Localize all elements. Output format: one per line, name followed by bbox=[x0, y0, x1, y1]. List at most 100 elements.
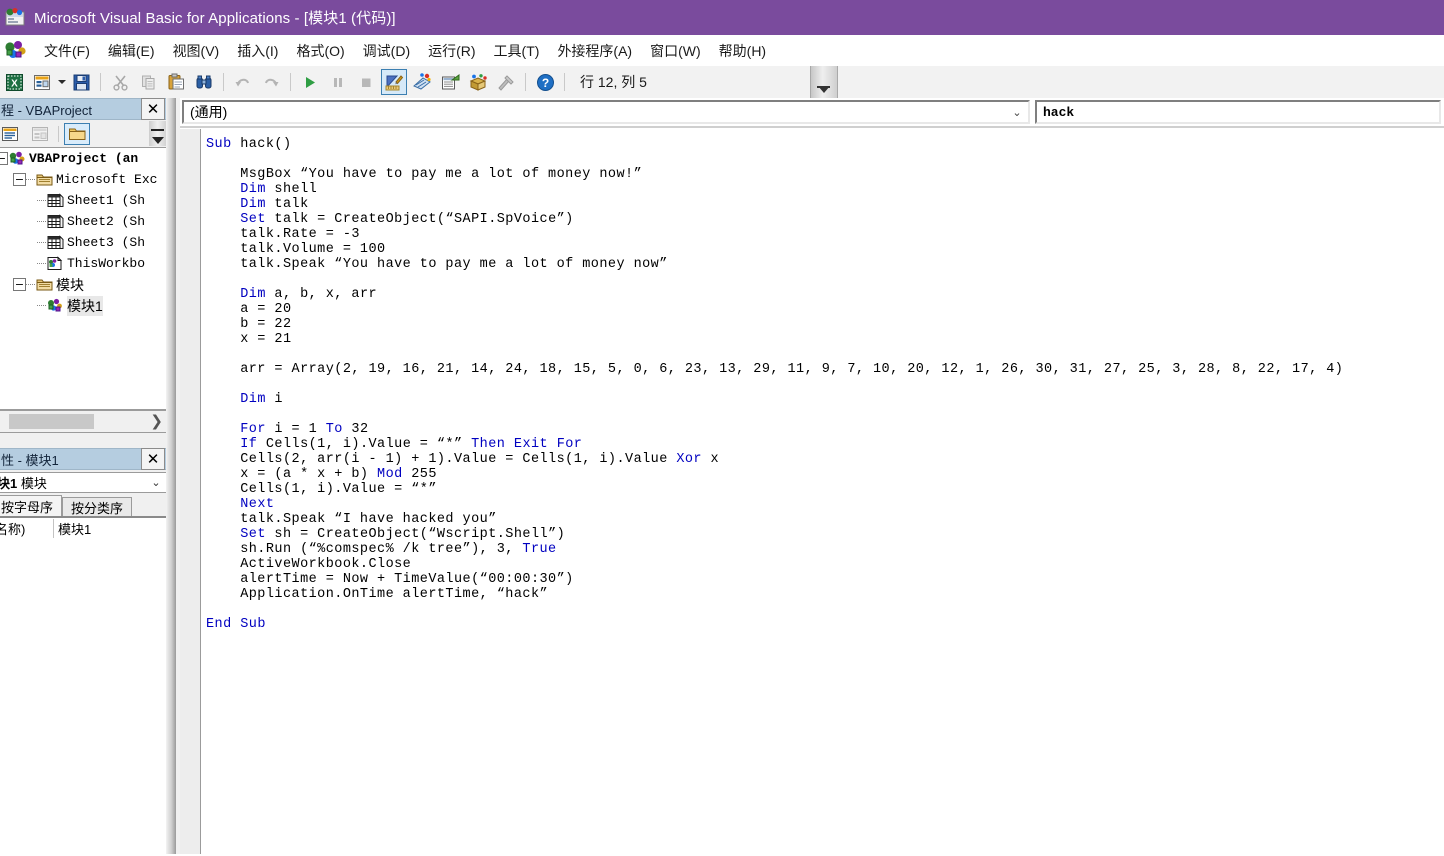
vba-project-icon bbox=[9, 151, 26, 166]
menu-view[interactable]: 视图(V) bbox=[164, 38, 229, 64]
chevron-down-icon[interactable]: ⌄ bbox=[1006, 106, 1028, 119]
toolbar-overflow-button[interactable] bbox=[810, 66, 838, 98]
tree-label: VBAProject (an bbox=[29, 151, 139, 166]
project-tree[interactable]: − VBAProject (an − bbox=[0, 147, 167, 410]
code-line: If Cells(1, i).Value = “*” Then Exit For bbox=[240, 437, 583, 452]
code-line: x = 21 bbox=[206, 332, 292, 347]
reset-button[interactable] bbox=[353, 69, 379, 95]
tree-node-sheet2[interactable]: Sheet2 (Sh bbox=[0, 211, 166, 232]
menu-addins[interactable]: 外接程序(A) bbox=[548, 38, 641, 64]
code-line: a = 20 bbox=[206, 302, 292, 317]
project-explorer-hscrollbar[interactable]: ❯ bbox=[0, 410, 167, 433]
tree-node-module1[interactable]: 模块1 bbox=[0, 295, 166, 316]
properties-object-type: 模块 bbox=[20, 476, 47, 491]
code-line: alertTime = Now + TimeValue(“00:00:30”) bbox=[206, 572, 574, 587]
toolbox-button[interactable] bbox=[493, 69, 519, 95]
menu-debug[interactable]: 调试(D) bbox=[354, 38, 419, 64]
menu-window[interactable]: 窗口(W) bbox=[641, 38, 710, 64]
project-explorer-close-button[interactable]: ✕ bbox=[141, 98, 165, 120]
code-editor[interactable]: Sub hack() MsgBox “You have to pay me a … bbox=[202, 129, 1444, 854]
save-button[interactable] bbox=[68, 69, 94, 95]
tree-node-vbaproject[interactable]: − VBAProject (an bbox=[0, 148, 166, 169]
view-excel-button[interactable]: X bbox=[1, 69, 27, 95]
code-keyword: Then bbox=[471, 437, 506, 452]
object-combo[interactable]: (通用) ⌄ bbox=[182, 100, 1030, 124]
property-row[interactable]: 名称) 模块1 bbox=[0, 518, 166, 538]
tree-label: Sheet3 (Sh bbox=[67, 235, 146, 250]
expander-collapse[interactable]: − bbox=[0, 152, 8, 165]
tree-node-sheet3[interactable]: Sheet3 (Sh bbox=[0, 232, 166, 253]
design-mode-button[interactable] bbox=[381, 69, 407, 95]
clipboard-icon bbox=[168, 73, 184, 90]
procedure-combo-value: hack bbox=[1043, 104, 1075, 120]
properties-window-icon bbox=[441, 73, 459, 89]
tree-node-sheet1[interactable]: Sheet1 (Sh bbox=[0, 190, 166, 211]
menu-edit[interactable]: 编辑(E) bbox=[99, 38, 164, 64]
vertical-splitter[interactable] bbox=[166, 98, 176, 856]
run-button[interactable] bbox=[297, 69, 323, 95]
code-keyword: Mod bbox=[377, 467, 403, 482]
project-explorer-button[interactable] bbox=[409, 69, 435, 95]
module-icon bbox=[47, 298, 64, 313]
toolbar-separator bbox=[100, 73, 101, 91]
help-button[interactable]: ? bbox=[532, 69, 558, 95]
break-button[interactable] bbox=[325, 69, 351, 95]
menu-format[interactable]: 格式(O) bbox=[287, 38, 353, 64]
properties-title: 性 - 模块1 bbox=[1, 452, 59, 468]
redo-button[interactable] bbox=[258, 69, 284, 95]
menu-insert[interactable]: 插入(I) bbox=[228, 38, 287, 64]
tree-node-microsoft-excel-objects[interactable]: − Microsoft Exc bbox=[0, 169, 166, 190]
code-line: Application.OnTime alertTime, “hack” bbox=[206, 587, 549, 602]
menu-file[interactable]: 文件(F) bbox=[35, 38, 99, 64]
hscroll-right-arrow[interactable]: ❯ bbox=[150, 413, 163, 429]
find-button[interactable] bbox=[191, 69, 217, 95]
menu-run[interactable]: 运行(R) bbox=[419, 38, 484, 64]
view-code-button[interactable] bbox=[0, 123, 23, 145]
menu-tools[interactable]: 工具(T) bbox=[485, 38, 549, 64]
code-margin-indicator-bar[interactable] bbox=[180, 129, 201, 854]
procedure-combo[interactable]: hack bbox=[1035, 100, 1441, 124]
code-line: talk.Speak “You have to pay me a lot of … bbox=[206, 257, 668, 272]
toggle-folders-button[interactable] bbox=[64, 122, 90, 145]
properties-close-button[interactable]: ✕ bbox=[141, 448, 165, 470]
tree-connector bbox=[26, 178, 35, 181]
paste-button[interactable] bbox=[163, 69, 189, 95]
tab-categorized[interactable]: 按分类序 bbox=[62, 497, 133, 516]
cut-button[interactable] bbox=[107, 69, 133, 95]
tree-connector bbox=[37, 304, 46, 307]
property-name: 名称) bbox=[0, 521, 26, 537]
object-browser-button[interactable] bbox=[465, 69, 491, 95]
insert-userform-button[interactable] bbox=[29, 69, 55, 95]
expander-collapse[interactable]: − bbox=[13, 278, 26, 291]
insert-dropdown-arrow[interactable] bbox=[56, 69, 67, 95]
toolbar-separator bbox=[564, 73, 565, 91]
undo-button[interactable] bbox=[230, 69, 256, 95]
userform-icon bbox=[33, 74, 50, 90]
property-value[interactable]: 模块1 bbox=[53, 518, 166, 538]
properties-window-button[interactable] bbox=[437, 69, 463, 95]
cursor-position-status: 行 12, 列 5 bbox=[580, 74, 647, 90]
hscroll-thumb[interactable] bbox=[9, 414, 94, 429]
tree-node-modules-folder[interactable]: − 模块 bbox=[0, 274, 166, 295]
vba-project-icon bbox=[3, 40, 29, 62]
chevron-down-icon[interactable]: ⌄ bbox=[146, 476, 166, 489]
tree-label: Sheet1 (Sh bbox=[67, 193, 146, 208]
copy-button[interactable] bbox=[135, 69, 161, 95]
code-keyword: Sub bbox=[240, 617, 266, 632]
tree-node-thisworkbook[interactable]: ThisWorkbo bbox=[0, 253, 166, 274]
properties-object-combo[interactable]: 块1 模块 ⌄ bbox=[0, 472, 167, 493]
code-keyword: True bbox=[522, 542, 557, 557]
code-line: talk.Volume = 100 bbox=[206, 242, 386, 257]
expander-collapse[interactable]: − bbox=[13, 173, 26, 186]
menu-help[interactable]: 帮助(H) bbox=[710, 38, 775, 64]
tab-alphabetic[interactable]: 按字母序 bbox=[0, 495, 63, 516]
tree-label: Microsoft Exc bbox=[56, 172, 158, 187]
project-explorer-icon bbox=[412, 73, 431, 90]
code-keyword: Dim bbox=[240, 197, 266, 212]
code-keyword: To bbox=[325, 422, 343, 437]
view-object-button[interactable] bbox=[27, 123, 53, 145]
project-explorer-scroll-button[interactable] bbox=[149, 121, 166, 146]
